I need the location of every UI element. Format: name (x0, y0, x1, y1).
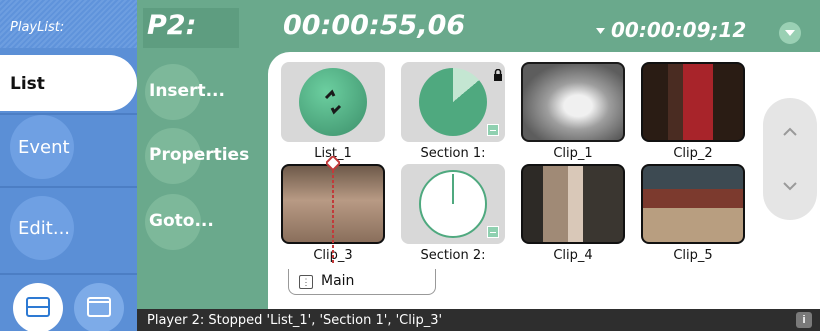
section-pie-icon (419, 68, 487, 136)
sidebar-tab-event-label: Event (18, 137, 70, 158)
player-panel: P2: 00:00:55,06 00:00:09;12 Insert... Pr… (137, 0, 820, 331)
single-view-icon (87, 297, 111, 317)
clip-thumbnail (521, 164, 625, 244)
sidebar-tab-list[interactable]: List (0, 55, 137, 111)
header-menu-button[interactable] (779, 22, 801, 44)
player-label: P2: (147, 10, 197, 41)
clip-item-clip-1[interactable]: Clip_1 (521, 62, 625, 162)
clip-label: Clip_5 (673, 248, 713, 263)
scroll-down-button[interactable] (782, 178, 798, 194)
collapse-icon (487, 226, 499, 238)
clip-item-clip-3[interactable]: Clip_3 (281, 154, 385, 264)
info-button[interactable]: i (796, 312, 812, 328)
playlist-sidebar: PlayList: List Event Edit... (0, 0, 137, 331)
clip-image (523, 166, 623, 242)
sidebar-tab-edit-label: Edit... (18, 218, 71, 239)
clip-item-clip-4[interactable]: Clip_4 (521, 164, 625, 264)
properties-button[interactable]: Properties (145, 128, 249, 184)
sidebar-tab-event[interactable]: Event (10, 115, 74, 179)
clip-item-section-2[interactable]: Section 2: (401, 164, 505, 264)
insert-button-label: Insert... (149, 81, 225, 101)
clip-thumbnail (281, 62, 385, 142)
bin-icon: ⋮ (299, 275, 313, 289)
clip-item-section-1[interactable]: Section 1: (401, 62, 505, 162)
timecode-display: 00:00:55,06 (283, 10, 466, 41)
clip-label: Clip_2 (673, 146, 713, 161)
clip-thumbnail (401, 164, 505, 244)
tab-main[interactable]: ⋮ Main (288, 269, 436, 295)
clip-item-clip-5[interactable]: Clip_5 (641, 164, 745, 264)
stacked-view-icon (26, 297, 50, 317)
divider (0, 113, 137, 115)
single-view-button[interactable] (74, 283, 124, 331)
clip-image (643, 166, 743, 242)
clip-label: Section 2: (420, 248, 486, 263)
clip-label: Clip_1 (553, 146, 593, 161)
tab-main-label: Main (321, 273, 355, 289)
playhead-marker (324, 154, 342, 264)
section-pie-icon (419, 170, 487, 238)
duration-arrow-icon (595, 25, 606, 36)
clip-label: Section 1: (420, 146, 486, 161)
clip-browser: List_1 Section 1: Clip_1 Clip_2 Section … (268, 52, 820, 309)
clip-label: Clip_4 (553, 248, 593, 263)
scroll-control (763, 98, 817, 220)
clip-image (523, 64, 623, 140)
goto-button[interactable]: Goto... (145, 194, 214, 250)
clip-image (643, 64, 743, 140)
clip-thumbnail (401, 62, 505, 142)
insert-button[interactable]: Insert... (145, 64, 225, 120)
clip-item-clip-2[interactable]: Clip_2 (641, 62, 745, 162)
sidebar-tab-edit[interactable]: Edit... (10, 196, 74, 260)
lock-icon (493, 68, 503, 81)
sidebar-header-label: PlayList: (10, 20, 65, 35)
sidebar-tab-list-label: List (10, 74, 45, 94)
stacked-view-button[interactable] (13, 283, 63, 331)
divider (0, 273, 137, 275)
list-icon (299, 68, 367, 136)
clip-thumbnail (641, 164, 745, 244)
sidebar-header: PlayList: (0, 0, 137, 48)
scroll-up-button[interactable] (782, 124, 798, 140)
status-text: Player 2: Stopped 'List_1', 'Section 1',… (147, 313, 443, 328)
clip-item-list-1[interactable]: List_1 (281, 62, 385, 162)
divider (0, 186, 137, 188)
clip-thumbnail (641, 62, 745, 142)
status-bar: Player 2: Stopped 'List_1', 'Section 1',… (137, 309, 820, 331)
properties-button-label: Properties (149, 145, 250, 165)
clip-thumbnail (521, 62, 625, 142)
goto-button-label: Goto... (149, 211, 214, 231)
duration-display: 00:00:09;12 (611, 18, 747, 42)
collapse-icon (487, 124, 499, 136)
